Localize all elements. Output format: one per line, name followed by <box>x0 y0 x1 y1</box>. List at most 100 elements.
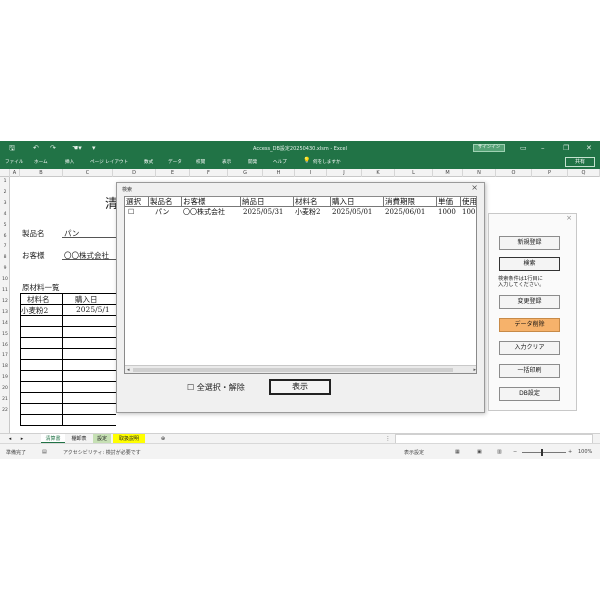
list-header-used: 使用 <box>461 197 477 207</box>
tab-help[interactable]: ヘルプ <box>273 159 287 165</box>
column-header[interactable]: J <box>327 169 362 177</box>
row-header[interactable]: 10 <box>0 277 10 282</box>
tab-review[interactable]: 校閲 <box>196 159 205 165</box>
ribbon-display-icon[interactable]: ▭ <box>520 143 527 153</box>
purchase-cell[interactable]: 2025/5/1 <box>76 305 110 314</box>
macro-record-icon[interactable]: ▤ <box>42 449 47 455</box>
panel-close-icon[interactable]: × <box>566 214 572 222</box>
tab-data[interactable]: データ <box>168 159 182 165</box>
minimize-icon[interactable]: – <box>541 143 545 153</box>
page-break-view-icon[interactable]: ▥ <box>497 449 502 455</box>
list-header-customer: お客様 <box>182 197 241 207</box>
select-all-corner[interactable] <box>0 169 10 177</box>
column-header[interactable]: C <box>63 169 113 177</box>
share-label: 共有 <box>574 159 585 165</box>
column-header[interactable]: Q <box>568 169 600 177</box>
row-used: 100 <box>462 208 476 216</box>
row-header[interactable]: 20 <box>0 386 10 391</box>
zoom-out-icon[interactable]: − <box>513 449 517 455</box>
lightbulb-icon: 💡 <box>303 157 311 164</box>
row-header[interactable]: 8 <box>0 255 10 260</box>
row-header[interactable]: 2 <box>0 190 10 195</box>
dialog-close-icon[interactable]: × <box>471 183 478 192</box>
row-header[interactable]: 15 <box>0 332 10 337</box>
table-line <box>62 293 63 425</box>
column-header[interactable]: A <box>10 169 20 177</box>
column-header[interactable]: M <box>433 169 463 177</box>
window-title: Access_DB設定20250430.xlsm - Excel <box>253 146 347 152</box>
tab-insert[interactable]: 挿入 <box>65 159 74 165</box>
column-header[interactable]: O <box>496 169 532 177</box>
row-select-checkbox[interactable]: ☐ <box>128 208 134 217</box>
restore-icon[interactable]: ❐ <box>563 143 569 153</box>
input-clear-button[interactable]: 入力クリア <box>499 341 560 355</box>
select-all-checkbox[interactable]: ☐ 全選択・解除 <box>187 382 245 393</box>
product-underline <box>62 237 116 238</box>
row-header[interactable]: 6 <box>0 234 10 239</box>
row-header[interactable]: 19 <box>0 375 10 380</box>
scroll-thumb[interactable] <box>133 368 453 372</box>
signin-button[interactable]: サインイン <box>473 144 505 152</box>
tab-developer[interactable]: 開発 <box>248 159 257 165</box>
tab-formulas[interactable]: 数式 <box>144 159 153 165</box>
tab-home[interactable]: ホーム <box>34 159 48 165</box>
row-header[interactable]: 3 <box>0 201 10 206</box>
column-header[interactable]: F <box>190 169 228 177</box>
row-header[interactable]: 1 <box>0 179 10 184</box>
share-button[interactable]: 共有 <box>565 157 595 167</box>
change-register-button[interactable]: 変更登録 <box>499 295 560 309</box>
column-header[interactable]: N <box>463 169 496 177</box>
row-header[interactable]: 7 <box>0 244 10 249</box>
column-header[interactable]: H <box>263 169 295 177</box>
search-button[interactable]: 検索 <box>499 257 560 271</box>
normal-view-icon[interactable]: ▦ <box>455 449 460 455</box>
row-header[interactable]: 17 <box>0 353 10 358</box>
accessibility-status[interactable]: アクセシビリティ: 検討が必要です <box>63 449 141 456</box>
column-header[interactable]: L <box>395 169 433 177</box>
close-window-icon[interactable]: ✕ <box>586 143 592 153</box>
tab-view[interactable]: 表示 <box>222 159 231 165</box>
row-header[interactable]: 16 <box>0 343 10 348</box>
zoom-in-icon[interactable]: + <box>568 449 572 455</box>
row-header[interactable]: 18 <box>0 364 10 369</box>
column-header[interactable]: B <box>20 169 63 177</box>
column-header[interactable]: G <box>228 169 263 177</box>
zoom-slider[interactable] <box>522 452 566 453</box>
row-header[interactable]: 4 <box>0 212 10 217</box>
row-header[interactable]: 11 <box>0 288 10 293</box>
horizontal-scrollbar[interactable]: ◂ ▸ <box>125 365 476 373</box>
row-header[interactable]: 22 <box>0 408 10 413</box>
column-header[interactable]: I <box>295 169 327 177</box>
column-header[interactable]: P <box>532 169 568 177</box>
delete-data-button[interactable]: データ削除 <box>499 318 560 332</box>
material-cell[interactable]: 小麦粉2 <box>21 305 48 316</box>
column-header[interactable]: D <box>113 169 156 177</box>
scroll-right-icon[interactable]: ▸ <box>473 366 476 373</box>
row-header[interactable]: 13 <box>0 310 10 315</box>
search-dialog: 検索 × 選択 製品名 お客様 納品日 材料名 購入日 消費期限 単価 使用 ☐… <box>116 182 485 413</box>
row-header[interactable]: 5 <box>0 223 10 228</box>
zoom-level[interactable]: 100% <box>578 449 592 455</box>
material-col-header: 材料名 <box>27 295 50 304</box>
display-settings[interactable]: 表示設定 <box>404 449 424 456</box>
batch-print-button[interactable]: 一括印刷 <box>499 364 560 378</box>
results-listbox[interactable]: 選択 製品名 お客様 納品日 材料名 購入日 消費期限 単価 使用 ☐ パン 〇… <box>124 196 477 374</box>
page-layout-view-icon[interactable]: ▣ <box>477 449 482 455</box>
column-header[interactable]: K <box>362 169 395 177</box>
tab-file[interactable]: ファイル <box>5 159 23 165</box>
scroll-left-icon[interactable]: ◂ <box>127 366 130 373</box>
row-header[interactable]: 14 <box>0 321 10 326</box>
tell-me-search[interactable]: 何をしますか <box>313 159 341 165</box>
zoom-slider-thumb[interactable] <box>541 449 543 456</box>
list-header-material: 材料名 <box>294 197 331 207</box>
table-line <box>20 359 116 360</box>
row-header[interactable]: 12 <box>0 299 10 304</box>
row-header[interactable]: 9 <box>0 266 10 271</box>
db-settings-button[interactable]: DB設定 <box>499 387 560 401</box>
show-button[interactable]: 表示 <box>269 379 331 395</box>
tab-page-layout[interactable]: ページ レイアウト <box>90 159 128 165</box>
new-register-button[interactable]: 新規登録 <box>499 236 560 250</box>
table-line <box>20 381 116 382</box>
column-header[interactable]: E <box>156 169 190 177</box>
row-header[interactable]: 21 <box>0 397 10 402</box>
